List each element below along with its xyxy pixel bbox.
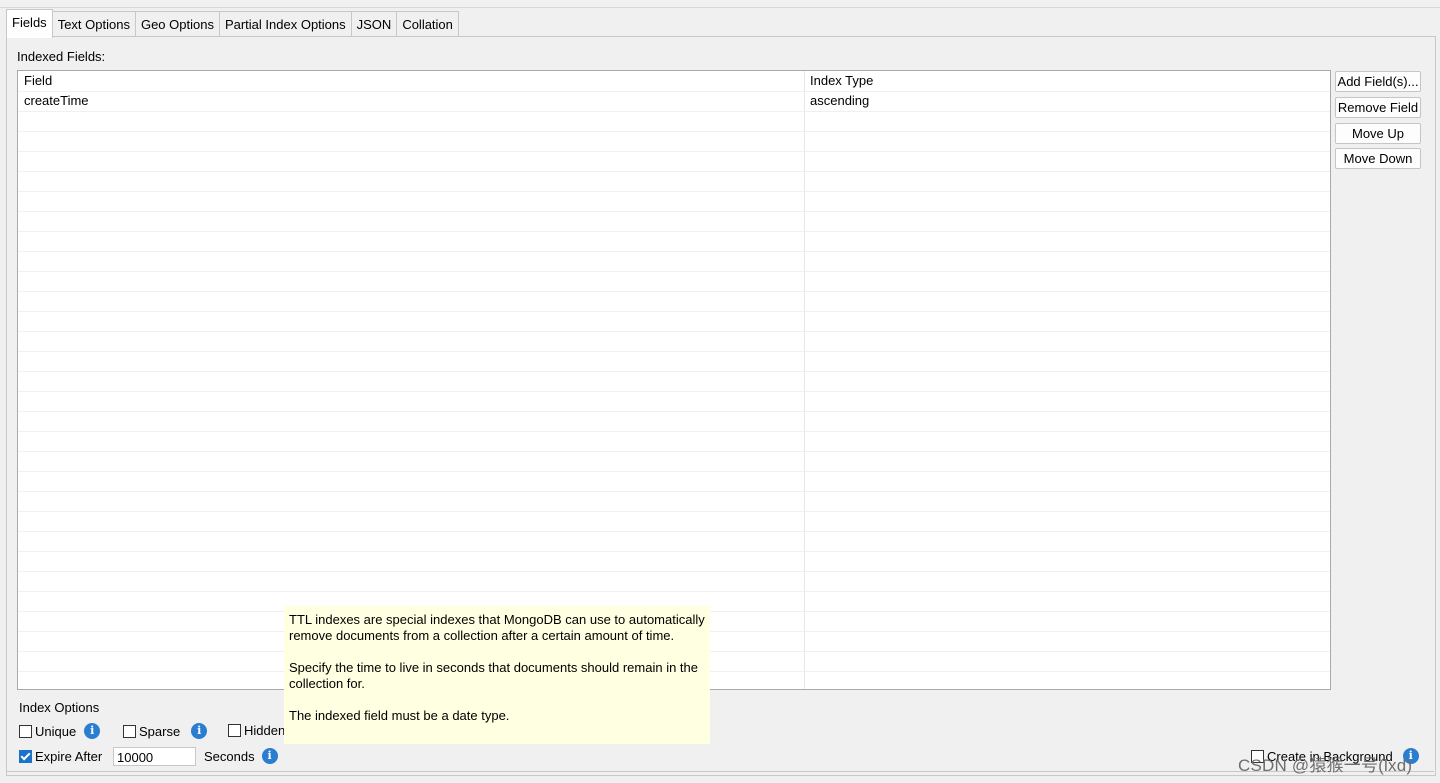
field-cell[interactable]: createTime [24, 93, 89, 108]
sparse-checkbox[interactable] [123, 724, 136, 738]
empty-table-row [18, 531, 1330, 552]
remove-field-button[interactable]: Remove Field [1335, 97, 1421, 118]
expire-after-label: Expire After [35, 749, 103, 764]
empty-table-row [18, 251, 1330, 272]
unique-label: Unique [35, 723, 77, 739]
unique-checkbox[interactable] [19, 724, 32, 738]
empty-table-row [18, 211, 1330, 232]
empty-table-row [18, 231, 1330, 252]
empty-table-row [18, 391, 1330, 412]
empty-table-row [18, 411, 1330, 432]
empty-table-row [18, 111, 1330, 132]
column-header-field[interactable]: Field [24, 73, 52, 88]
empty-table-row [18, 291, 1330, 312]
tooltip-paragraph: Specify the time to live in seconds that… [289, 660, 698, 691]
empty-table-row [18, 451, 1330, 472]
empty-table-row [18, 431, 1330, 452]
tooltip-paragraph: TTL indexes are special indexes that Mon… [289, 612, 705, 643]
empty-table-row [18, 191, 1330, 212]
hidden-label: Hidden [244, 723, 286, 738]
indexed-fields-label: Indexed Fields: [17, 49, 106, 64]
expire-info-icon[interactable]: i [261, 748, 278, 764]
hidden-option[interactable]: Hidden [228, 723, 285, 738]
move-down-button[interactable]: Move Down [1335, 148, 1421, 169]
top-divider [0, 7, 1440, 8]
empty-table-row [18, 511, 1330, 532]
empty-table-row [18, 371, 1330, 392]
table-header-row: Field Index Type [18, 71, 1330, 92]
empty-table-row [18, 131, 1330, 152]
expire-unit-label: Seconds [204, 748, 255, 764]
tab-partial-index-options[interactable]: Partial Index Options [219, 11, 352, 39]
add-fields-button[interactable]: Add Field(s)... [1335, 71, 1421, 92]
tab-fields[interactable]: Fields [6, 9, 53, 38]
tab-geo-options[interactable]: Geo Options [135, 11, 220, 39]
empty-table-row [18, 171, 1330, 192]
table-row[interactable]: createTime ascending [18, 91, 1330, 112]
expire-after-option[interactable]: Expire After [19, 749, 102, 764]
empty-table-row [18, 271, 1330, 292]
empty-table-row [18, 571, 1330, 592]
empty-table-row [18, 351, 1330, 372]
move-up-button[interactable]: Move Up [1335, 123, 1421, 144]
unique-info-icon[interactable]: i [84, 723, 101, 739]
expire-after-input[interactable]: 10000 [113, 747, 196, 766]
empty-table-row [18, 551, 1330, 572]
empty-table-row [18, 331, 1330, 352]
index-type-cell[interactable]: ascending [810, 93, 869, 108]
unique-option[interactable]: Unique i [19, 723, 101, 739]
empty-table-row [18, 471, 1330, 492]
index-options-title: Index Options [19, 700, 100, 715]
indexed-fields-table[interactable]: Field Index Type createTime ascending [17, 70, 1331, 690]
column-header-index-type[interactable]: Index Type [810, 73, 873, 88]
tab-bar: Fields Text Options Geo Options Partial … [6, 9, 459, 39]
tab-text-options[interactable]: Text Options [52, 11, 136, 39]
bottom-divider [6, 771, 1434, 772]
expire-after-checkbox[interactable] [19, 750, 32, 763]
empty-table-row [18, 491, 1330, 512]
sparse-option[interactable]: Sparse i [123, 723, 208, 739]
hidden-checkbox[interactable] [228, 724, 241, 737]
tooltip-paragraph: The indexed field must be a date type. [289, 708, 510, 723]
empty-table-row [18, 311, 1330, 332]
tab-json[interactable]: JSON [351, 11, 398, 39]
sparse-info-icon[interactable]: i [191, 723, 208, 739]
watermark: CSDN @猿猴一号(lxd) [1238, 756, 1413, 775]
tab-collation[interactable]: Collation [397, 11, 459, 39]
empty-table-row [18, 151, 1330, 172]
sparse-label: Sparse [139, 723, 181, 739]
expire-unit-group: Seconds i [204, 748, 278, 764]
ttl-tooltip: TTL indexes are special indexes that Mon… [284, 606, 710, 744]
